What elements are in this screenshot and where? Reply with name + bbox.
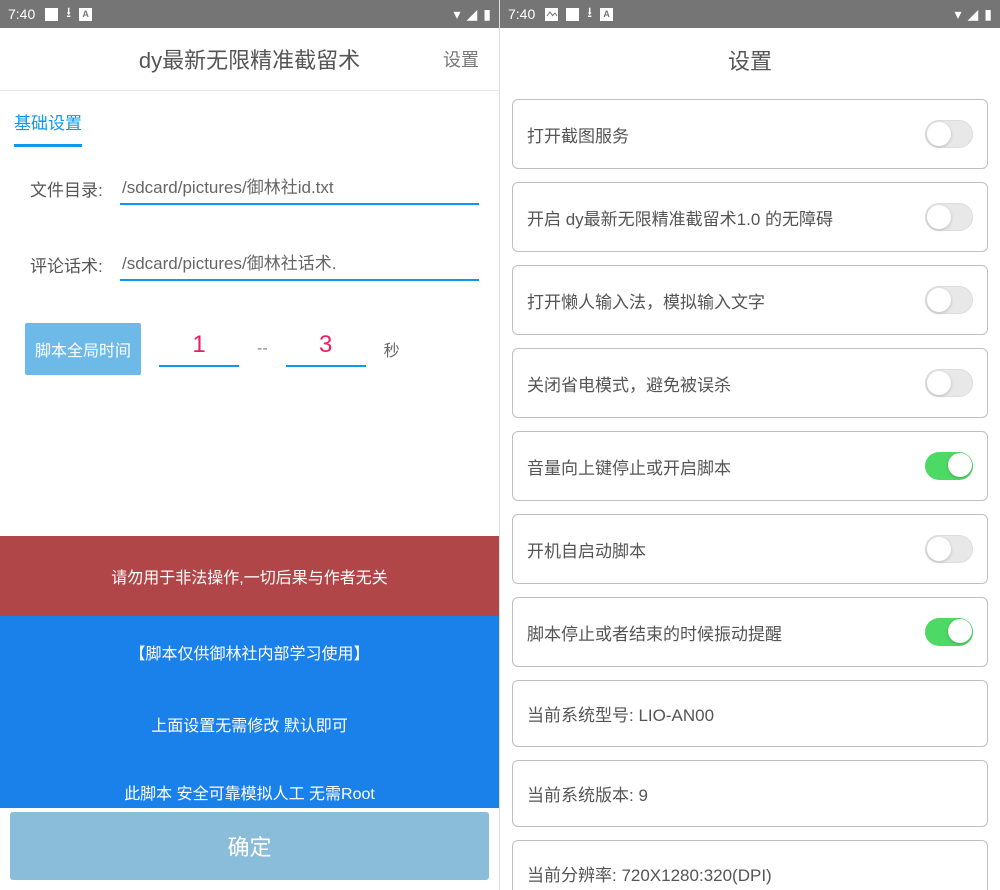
settings-item[interactable]: 开机自启动脚本 (512, 514, 988, 584)
time-unit: 秒 (384, 337, 400, 361)
wifi-icon: ▾ (453, 6, 460, 23)
warning-banner: 请勿用于非法操作,一切后果与作者无关 (0, 536, 499, 616)
ime-icon: A (600, 8, 613, 21)
app-icon (545, 8, 558, 21)
main-app-panel: 7:40 ⭳ A ▾ ◢ ▮ dy最新无限精准截留术 设置 基础设置 文件目录: (0, 0, 500, 890)
toggle-switch[interactable] (925, 452, 973, 480)
settings-item-label: 音量向上键停止或开启脚本 (527, 454, 925, 479)
settings-item-label: 当前系统型号: LIO-AN00 (527, 701, 973, 726)
status-icons-right: ▾ ◢ ▮ (453, 6, 491, 23)
file-dir-input[interactable] (120, 171, 479, 205)
settings-item[interactable]: 脚本停止或者结束的时候振动提醒 (512, 597, 988, 667)
status-bar: 7:40 ⭳ A ▾ ◢ ▮ (0, 0, 499, 28)
app-header: dy最新无限精准截留术 设置 (0, 28, 499, 91)
settings-item-label: 开机自启动脚本 (527, 537, 925, 562)
status-bar: 7:40 ⭳ A ▾ ◢ ▮ (500, 0, 1000, 28)
time-min-input[interactable] (159, 331, 239, 367)
comment-input[interactable] (120, 247, 479, 281)
tab-basic-settings[interactable]: 基础设置 (14, 109, 82, 147)
settings-item-label: 打开截图服务 (527, 122, 925, 147)
tab-row: 基础设置 (0, 91, 499, 147)
settings-item[interactable]: 开启 dy最新无限精准截留术1.0 的无障碍 (512, 182, 988, 252)
toggle-switch[interactable] (925, 286, 973, 314)
toggle-switch[interactable] (925, 535, 973, 563)
info-line-2: 上面设置无需修改 默认即可 (0, 688, 499, 760)
ime-icon: A (79, 8, 92, 21)
status-icons-right: ▾ ◢ ▮ (954, 6, 992, 23)
status-time: 7:40 (508, 6, 535, 22)
app-icon-2 (566, 8, 579, 21)
wifi-icon: ▾ (954, 6, 961, 23)
comment-label: 评论话术: (30, 252, 120, 277)
settings-item[interactable]: 关闭省电模式，避免被误杀 (512, 348, 988, 418)
settings-item-label: 关闭省电模式，避免被误杀 (527, 371, 925, 396)
settings-item-label: 当前系统版本: 9 (527, 781, 973, 806)
toggle-switch[interactable] (925, 369, 973, 397)
status-icons-left: ⭳ A (545, 2, 613, 26)
settings-item[interactable]: 打开截图服务 (512, 99, 988, 169)
time-separator: -- (257, 340, 268, 358)
settings-item-label: 打开懒人输入法，模拟输入文字 (527, 288, 925, 313)
download-icon: ⭳ (587, 2, 592, 26)
confirm-button[interactable]: 确定 (10, 812, 489, 880)
spacer (0, 375, 499, 536)
signal-icon: ◢ (968, 6, 979, 23)
settings-item[interactable]: 当前分辨率: 720X1280:320(DPI) (512, 840, 988, 890)
app-title: dy最新无限精准截留术 (139, 43, 360, 75)
settings-item-label: 当前分辨率: 720X1280:320(DPI) (527, 861, 973, 886)
signal-icon: ◢ (467, 6, 478, 23)
status-time: 7:40 (8, 6, 35, 22)
battery-icon: ▮ (984, 6, 992, 23)
settings-item[interactable]: 打开懒人输入法，模拟输入文字 (512, 265, 988, 335)
toggle-switch[interactable] (925, 618, 973, 646)
script-time-button[interactable]: 脚本全局时间 (25, 323, 141, 375)
time-max-input[interactable] (286, 331, 366, 367)
info-line-3: 此脚本 安全可靠模拟人工 无需Root (0, 760, 499, 808)
settings-item[interactable]: 当前系统型号: LIO-AN00 (512, 680, 988, 747)
settings-title: 设置 (500, 28, 1000, 91)
toggle-switch[interactable] (925, 203, 973, 231)
info-line-1: 【脚本仅供御林社内部学习使用】 (0, 616, 499, 688)
toggle-switch[interactable] (925, 120, 973, 148)
info-banner: 【脚本仅供御林社内部学习使用】 上面设置无需修改 默认即可 此脚本 安全可靠模拟… (0, 616, 499, 808)
settings-item[interactable]: 音量向上键停止或开启脚本 (512, 431, 988, 501)
form-section: 文件目录: 评论话术: 脚本全局时间 -- 秒 (0, 147, 499, 375)
file-dir-label: 文件目录: (30, 176, 120, 201)
status-icons-left: ⭳ A (45, 2, 92, 26)
time-row: 脚本全局时间 -- 秒 (25, 323, 479, 375)
comment-row: 评论话术: (30, 247, 479, 281)
settings-panel: 7:40 ⭳ A ▾ ◢ ▮ 设置 打开截图服务开启 dy最新无限精准截留术1.… (500, 0, 1000, 890)
settings-item[interactable]: 当前系统版本: 9 (512, 760, 988, 827)
file-dir-row: 文件目录: (30, 171, 479, 205)
settings-item-label: 开启 dy最新无限精准截留术1.0 的无障碍 (527, 205, 925, 230)
battery-icon: ▮ (483, 6, 491, 23)
app-icon (45, 8, 58, 21)
settings-item-label: 脚本停止或者结束的时候振动提醒 (527, 620, 925, 645)
download-icon: ⭳ (66, 2, 71, 26)
settings-list[interactable]: 打开截图服务开启 dy最新无限精准截留术1.0 的无障碍打开懒人输入法，模拟输入… (500, 91, 1000, 890)
settings-link[interactable]: 设置 (443, 46, 479, 72)
